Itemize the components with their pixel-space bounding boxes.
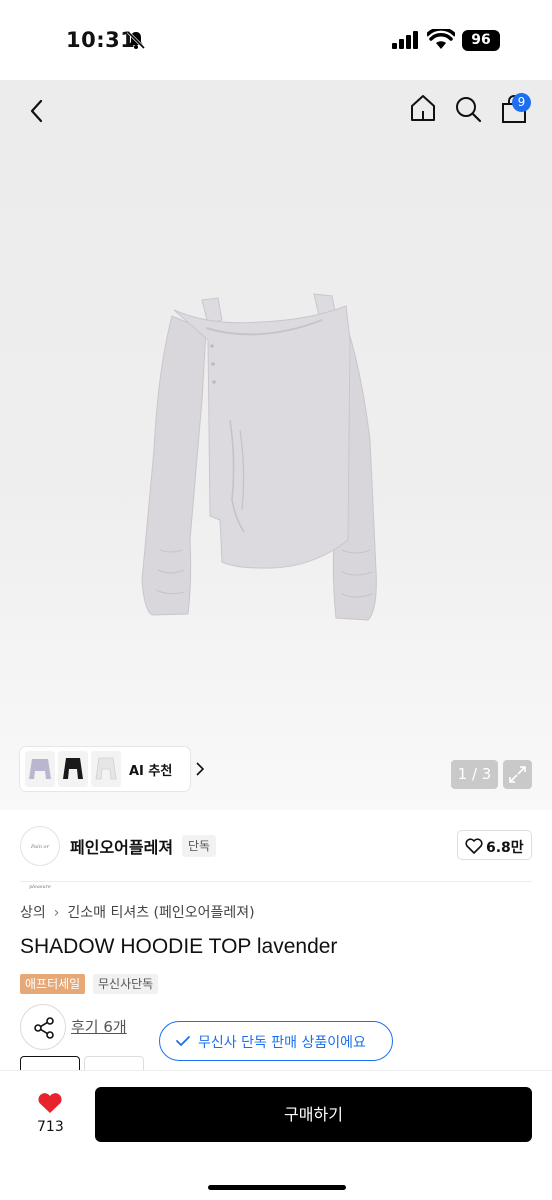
- image-pager: 1 / 3: [451, 760, 498, 789]
- expand-icon: [509, 766, 526, 783]
- brand-name[interactable]: 페인오어플레져: [70, 834, 173, 858]
- breadcrumb-subcategory[interactable]: 긴소매 티셔츠 (페인오어플레져): [67, 902, 254, 922]
- review-link[interactable]: 후기 6개: [71, 1016, 127, 1037]
- option-thumbnail[interactable]: [20, 1056, 80, 1072]
- ai-thumbnail-white: [91, 751, 121, 787]
- heart-filled-icon: [38, 1093, 62, 1113]
- wifi-icon: [427, 29, 455, 49]
- share-button[interactable]: [20, 1004, 66, 1050]
- chevron-right-icon: [196, 762, 204, 776]
- ai-recommendation-label: AI 추천: [129, 764, 173, 779]
- ai-thumbnail-black: [58, 751, 88, 787]
- exclusive-tag: 무신사단독: [93, 974, 159, 994]
- ai-thumbnail-lavender: [25, 751, 55, 787]
- bell-muted-icon: [126, 30, 146, 50]
- exclusive-notice[interactable]: 무신사 단독 판매 상품이에요: [159, 1021, 393, 1061]
- option-thumbnails[interactable]: [20, 1056, 144, 1072]
- brand-exclusive-tag: 단독: [182, 835, 217, 857]
- buy-button[interactable]: 구매하기: [95, 1087, 532, 1142]
- cellular-signal-icon: [392, 31, 418, 49]
- product-image[interactable]: [110, 280, 420, 680]
- back-icon[interactable]: [24, 94, 54, 128]
- home-icon[interactable]: [408, 93, 438, 123]
- ai-recommendation-button[interactable]: AI 추천: [20, 747, 204, 791]
- brand-like-button[interactable]: 6.8만: [457, 830, 532, 860]
- product-title: SHADOW HOODIE TOP lavender: [20, 935, 338, 958]
- option-thumbnail[interactable]: [84, 1056, 144, 1072]
- chevron-right-icon: ›: [53, 905, 60, 921]
- brand-like-count: 6.8만: [486, 840, 524, 856]
- like-count: 713: [37, 1119, 64, 1135]
- breadcrumb-category[interactable]: 상의: [20, 902, 46, 922]
- status-bar: 10:31 96: [0, 0, 552, 80]
- brand-logo[interactable]: Pain or pleasure: [20, 826, 60, 890]
- divider: [20, 881, 532, 882]
- expand-image-button[interactable]: [503, 760, 532, 789]
- exclusive-notice-text: 무신사 단독 판매 상품이에요: [198, 1035, 366, 1051]
- breadcrumb: 상의 › 긴소매 티셔츠 (페인오어플레져): [20, 902, 255, 922]
- status-time: 10:31: [66, 28, 136, 52]
- check-icon: [176, 1036, 190, 1046]
- home-indicator: [208, 1185, 346, 1190]
- cart-count-badge: 9: [512, 93, 531, 112]
- heart-outline-icon: [465, 838, 483, 854]
- search-icon[interactable]: [454, 95, 482, 123]
- battery-indicator: 96: [462, 30, 500, 51]
- sale-tag: 애프터세일: [20, 974, 86, 994]
- share-icon: [34, 1017, 54, 1039]
